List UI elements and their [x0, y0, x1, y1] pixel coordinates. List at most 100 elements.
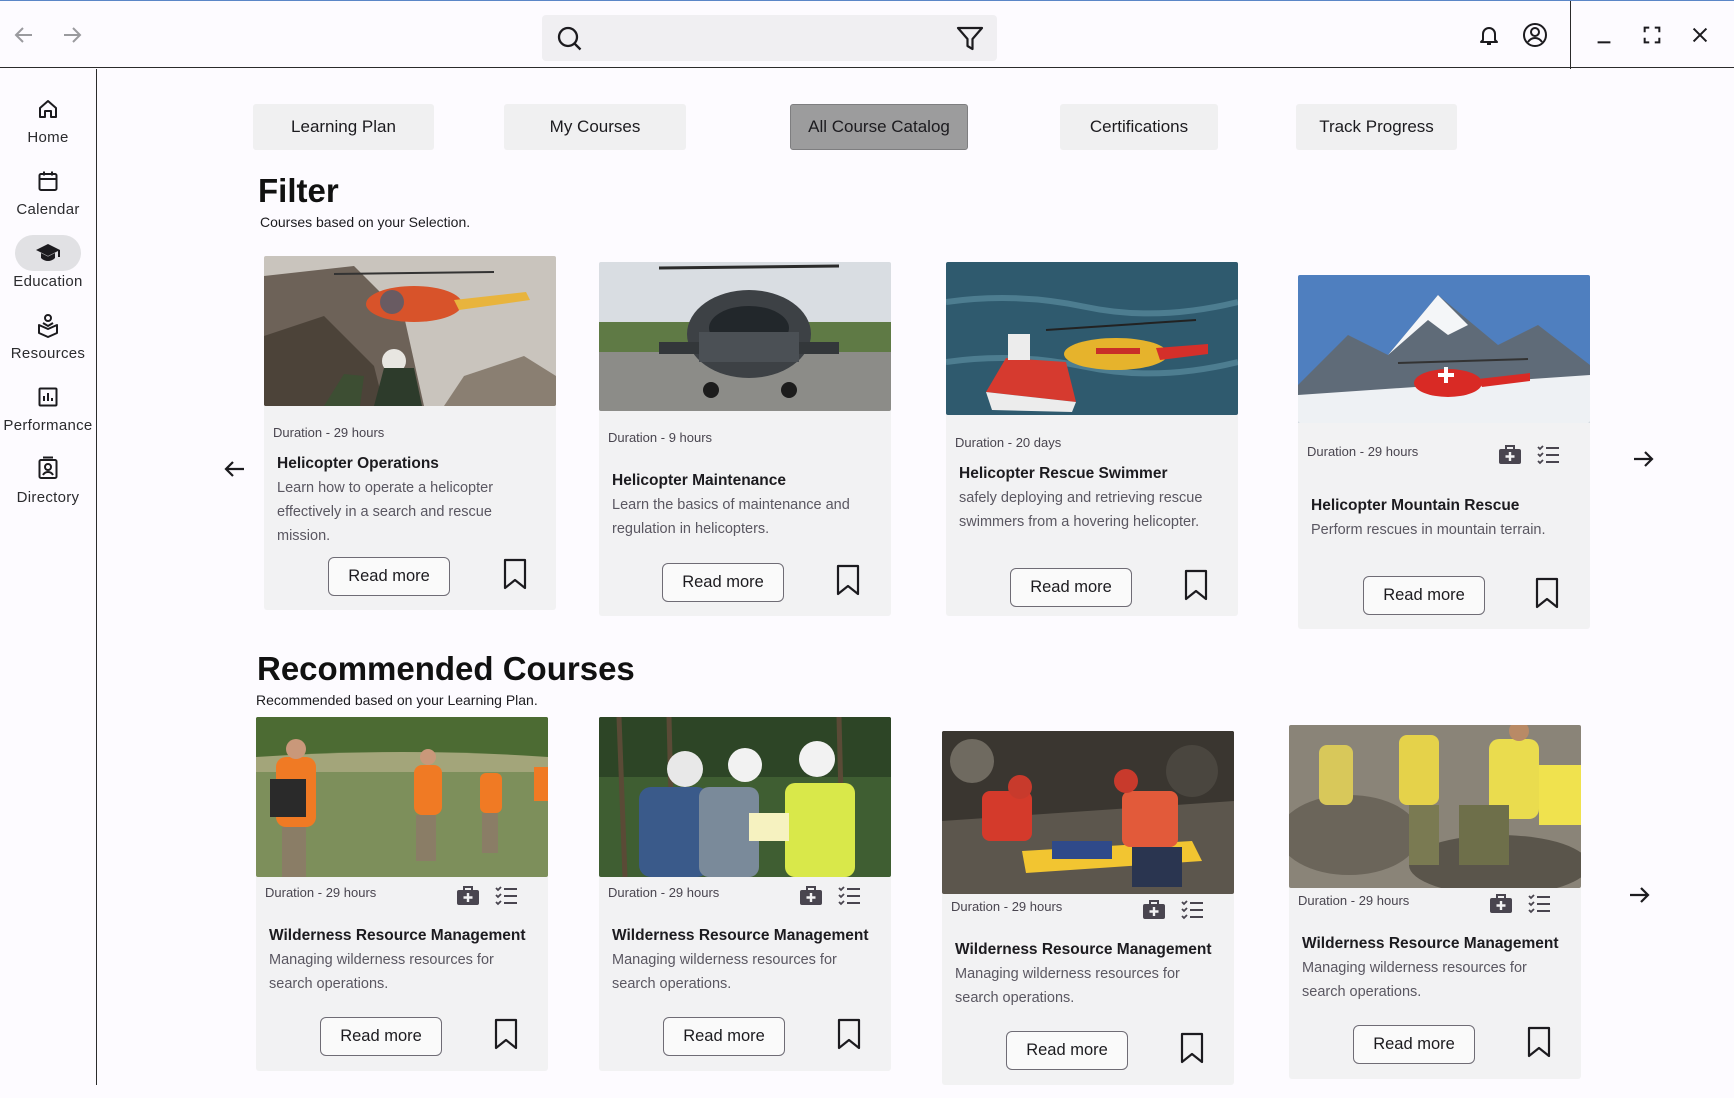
course-image-helicopter-runway [599, 262, 891, 411]
course-card: Duration - 29 hours Wilderness Resource … [256, 717, 548, 1071]
read-more-button[interactable]: Read more [1010, 568, 1132, 607]
top-app-bar [0, 0, 1734, 69]
checklist-icon [838, 886, 860, 906]
checklist-icon [495, 886, 517, 906]
fullscreen-icon[interactable] [1638, 21, 1666, 49]
course-title: Helicopter Maintenance [612, 472, 786, 489]
window-controls-divider [1570, 1, 1571, 69]
nav-item-label: Calendar [16, 201, 80, 218]
course-title: Wilderness Resource Management [955, 941, 1212, 958]
course-description: Perform rescues in mountain terrain. [1311, 522, 1546, 538]
course-meta-icons [456, 884, 518, 906]
bookmark-icon[interactable] [835, 564, 861, 596]
nav-item-resources[interactable]: Resources [0, 307, 96, 373]
course-title: Wilderness Resource Management [612, 927, 869, 944]
course-card: Duration - 29 hours Wilderness Resource … [1289, 725, 1581, 1079]
medical-bag-icon [1490, 894, 1512, 913]
recommended-heading: Recommended Courses [257, 650, 635, 687]
nav-item-directory[interactable]: Directory [0, 451, 96, 517]
nav-item-label: Directory [16, 489, 80, 506]
search-bar [542, 15, 997, 61]
read-more-button[interactable]: Read more [320, 1017, 442, 1056]
carousel-prev-arrow-icon[interactable] [220, 454, 250, 484]
bookmark-icon[interactable] [493, 1018, 519, 1050]
recommended-subtitle: Recommended based on your Learning Plan. [256, 692, 538, 708]
course-description: Managing wilderness resources for search… [269, 952, 494, 992]
course-duration: Duration - 29 hours [273, 425, 385, 440]
read-more-button[interactable]: Read more [662, 563, 784, 602]
course-duration: Duration - 29 hours [1298, 893, 1410, 908]
close-icon[interactable] [1686, 21, 1714, 49]
nav-item-label: Education [13, 273, 83, 290]
course-meta-icons [1489, 892, 1551, 914]
nav-item-label: Resources [10, 345, 86, 362]
carousel-next-arrow-icon[interactable] [1628, 444, 1658, 474]
tab-track-progress[interactable]: Track Progress [1296, 104, 1457, 150]
course-description: Managing wilderness resources for search… [612, 952, 837, 992]
bookmark-icon[interactable] [1183, 569, 1209, 601]
course-meta-icons [1142, 898, 1204, 920]
course-description: Learn how to operate a helicopter effect… [277, 480, 494, 544]
course-duration: Duration - 9 hours [608, 430, 713, 445]
read-more-button[interactable]: Read more [663, 1017, 785, 1056]
read-more-button[interactable]: Read more [1353, 1025, 1475, 1064]
minimize-icon[interactable] [1590, 21, 1618, 49]
forward-arrow-icon[interactable] [58, 23, 86, 47]
tab-all-course-catalog[interactable]: All Course Catalog [790, 104, 968, 150]
bookmark-icon[interactable] [1526, 1026, 1552, 1058]
recommended-next-arrow-icon[interactable] [1624, 880, 1654, 910]
course-description: Learn the basics of maintenance and regu… [612, 497, 850, 537]
read-more-button[interactable]: Read more [328, 557, 450, 596]
chart-icon [15, 379, 81, 415]
course-meta-icons [1498, 443, 1560, 465]
tab-certifications[interactable]: Certifications [1060, 104, 1218, 150]
bookmark-icon[interactable] [836, 1018, 862, 1050]
medical-bag-icon [1143, 900, 1165, 919]
nav-item-performance[interactable]: Performance [0, 379, 96, 445]
medical-bag-icon [1499, 445, 1521, 464]
nav-item-education[interactable]: Education [0, 235, 96, 301]
search-icon[interactable] [556, 25, 584, 53]
course-title: Helicopter Operations [277, 455, 439, 472]
directory-icon [15, 451, 81, 487]
checklist-icon [1528, 894, 1550, 914]
account-circle-icon[interactable] [1519, 19, 1551, 51]
nav-item-label: Performance [3, 417, 93, 434]
course-description: safely deploying and retrieving rescue s… [959, 490, 1203, 530]
filter-icon[interactable] [955, 24, 985, 54]
back-arrow-icon[interactable] [10, 23, 38, 47]
course-image-field-search-team [256, 717, 548, 877]
medical-bag-icon [457, 886, 479, 905]
course-card: Duration - 29 hours Wilderness Resource … [942, 731, 1234, 1085]
tab-learning-plan[interactable]: Learning Plan [253, 104, 434, 150]
checklist-icon [1181, 900, 1203, 920]
course-image-helicopter-cliff [264, 256, 556, 406]
bookmark-icon[interactable] [1179, 1032, 1205, 1064]
read-more-button[interactable]: Read more [1363, 576, 1485, 615]
search-input[interactable] [594, 23, 934, 53]
nav-item-label: Home [27, 129, 69, 146]
course-card: Duration - 29 hours Helicopter Mountain … [1298, 275, 1590, 629]
course-card: Duration - 9 hours Helicopter Maintenanc… [599, 262, 891, 616]
course-card: Duration - 20 days Helicopter Rescue Swi… [946, 262, 1238, 616]
course-meta-icons [799, 884, 861, 906]
course-image-rocky-terrain-team [1289, 725, 1581, 888]
course-duration: Duration - 29 hours [1307, 444, 1419, 459]
nav-item-home[interactable]: Home [0, 91, 96, 157]
bookmark-icon[interactable] [502, 558, 528, 590]
nav-item-calendar[interactable]: Calendar [0, 163, 96, 229]
notifications-bell-icon[interactable] [1473, 19, 1505, 51]
checklist-icon [1537, 445, 1559, 465]
medical-bag-icon [800, 886, 822, 905]
bookmark-icon[interactable] [1534, 577, 1560, 609]
read-more-button[interactable]: Read more [1006, 1031, 1128, 1070]
tab-my-courses[interactable]: My Courses [504, 104, 686, 150]
course-title: Wilderness Resource Management [1302, 935, 1559, 952]
navigation-rail: Home Calendar Education Resources Perfor… [0, 69, 97, 1085]
course-image-helicopter-mountain [1298, 275, 1590, 423]
course-image-helicopter-sea [946, 262, 1238, 415]
course-duration: Duration - 29 hours [951, 899, 1063, 914]
course-description: Managing wilderness resources for search… [1302, 960, 1527, 1000]
course-image-rescuers-map [599, 717, 891, 877]
resources-icon [15, 307, 81, 343]
